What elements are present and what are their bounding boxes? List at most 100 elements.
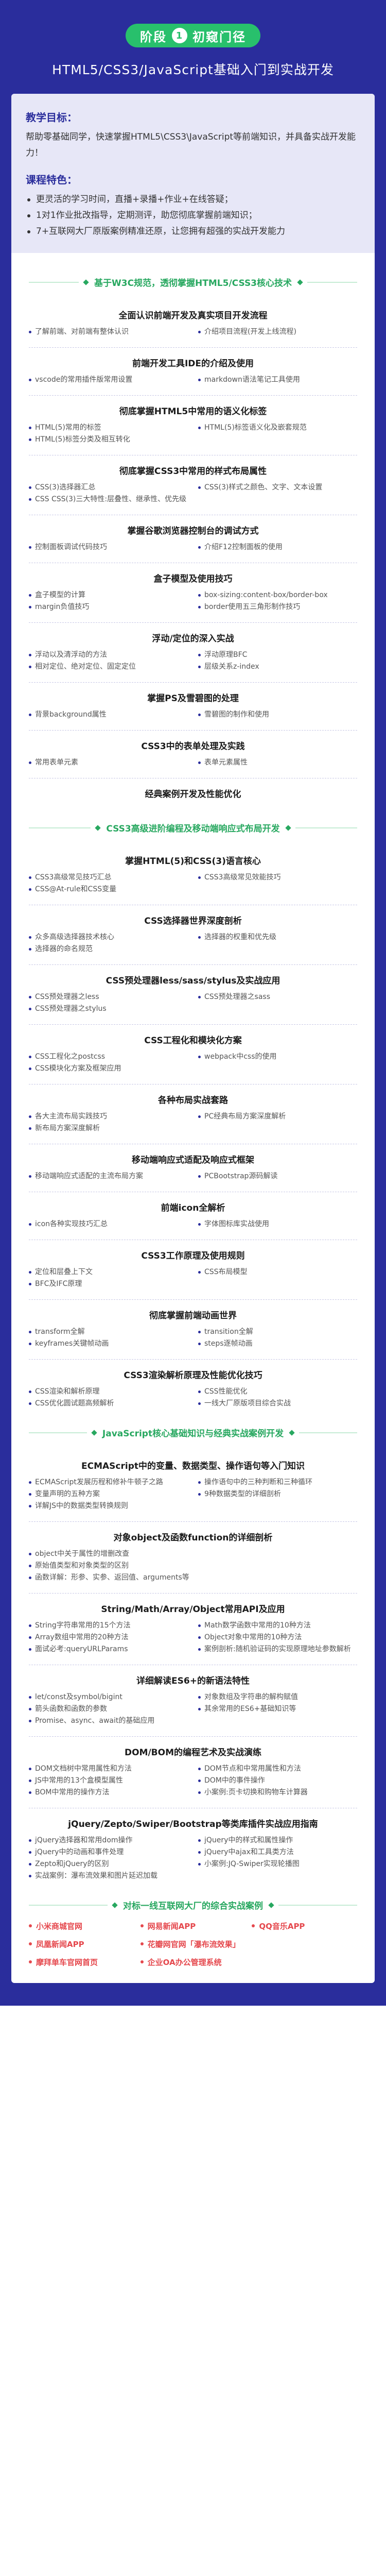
case-item: 凤凰新闻APP xyxy=(29,1939,134,1950)
section-item: 层级关系z-index xyxy=(198,661,357,673)
section-items: CSS渲染和解析原理 CSS性能优化 CSS优化圆试题高频解析 一线大厂原版项目综合实… xyxy=(29,1386,357,1410)
course-section: ECMAScript中的变量、数据类型、操作语句等入门知识 ECMAScript发… xyxy=(29,1450,357,1522)
section-item: 介绍项目流程(开发上线流程) xyxy=(198,326,357,338)
curriculum-body: 基于W3C规范，透彻掌握HTML5/CSS3核心技术 全面认识前端开发及真实项目… xyxy=(11,253,375,1983)
section-item: ECMAScript发展历程和修补牛顿子之路 xyxy=(29,1477,188,1488)
section-items: CSS工程化之postcss webpack中css的使用 CSS模块化方案及框架应… xyxy=(29,1051,357,1075)
page-frame: 阶段 1 初窥门径 HTML5/CSS3/JavaScript基础入门到实战开发… xyxy=(0,0,386,2006)
section-items: 常用表单元素 表单元素属性 xyxy=(29,757,357,769)
section-items: 众多高级选择器技术核心 选择器的权重和优先级 选择器的命名规范 xyxy=(29,931,357,955)
section-items: 了解前端、对前端有整体认识 介绍项目流程(开发上线流程) xyxy=(29,326,357,338)
section-item: object中关于属性的增删改查 xyxy=(29,1548,357,1560)
section-item: jQuery中ajax和工具类方法 xyxy=(198,1846,357,1858)
section-item: CSS CSS(3)三大特性:层叠性、继承性、优先级 xyxy=(29,494,188,505)
section-item: HTML(5)标签语义化及嵌套规范 xyxy=(198,422,357,434)
section-item: CSS性能优化 xyxy=(198,1386,357,1398)
intro-section: 教学目标： 帮助零基础同学，快速掌握HTML5\CSS3\JavaScript等… xyxy=(11,94,375,253)
diamond-icon xyxy=(112,1902,118,1908)
section-item: 原始值类型和对象类型的区别 xyxy=(29,1560,357,1572)
section-items: DOM文档树中常用属性和方法 DOM节点和中常用属性和方法 JS中常用的13个盒模型… xyxy=(29,1763,357,1799)
section-items: jQuery选择器和常用dom操作 jQuery中的样式和属性操作 jQuery中的… xyxy=(29,1835,357,1882)
section-title: 盒子模型及使用技巧 xyxy=(153,574,233,584)
section-item: 箭头函数和函数的参数 xyxy=(29,1703,188,1715)
section-items: 各大主流布局实践技巧 PC经典布局方案深度解析 新布局方案深度解析 xyxy=(29,1111,357,1134)
course-section: CSS3中的表单处理及实践常用表单元素 表单元素属性 xyxy=(29,731,357,778)
section-items: 背景background属性 雪碧图的制作和使用 xyxy=(29,709,357,721)
case-item: 花瓣网官网「瀑布流效果」 xyxy=(140,1939,246,1950)
diamond-icon xyxy=(297,279,303,285)
section-title: CSS3工作原理及使用规则 xyxy=(141,1251,245,1261)
section-title: CSS3中的表单处理及实践 xyxy=(141,741,245,752)
section-items: transform全解 transition全解 keyframes关键帧动画 ste… xyxy=(29,1326,357,1350)
section-item: CSS预处理器之stylus xyxy=(29,1003,188,1015)
course-section: 前端开发工具IDE的介绍及使用 vscode的常用插件版常用设置 markdown语… xyxy=(29,348,357,396)
section-item: 表单元素属性 xyxy=(198,757,357,769)
section-item: 常用表单元素 xyxy=(29,757,188,769)
section-item: JS中常用的13个盒模型属性 xyxy=(29,1775,188,1787)
section-item: Array数组中常用的20种方法 xyxy=(29,1632,188,1643)
course-section: 各种布局实战套路各大主流布局实践技巧 PC经典布局方案深度解析 新布局方案深度解析 xyxy=(29,1084,357,1144)
section-title: 全面认识前端开发及真实项目开发流程 xyxy=(118,311,268,321)
section-items: CSS3高级常见技巧汇总 CSS3高级常见效能技巧 CSS@At-rule和CSS变… xyxy=(29,872,357,895)
course-section: 移动端响应式适配及响应式框架 移动端响应式适配的主流布局方案 PCBootstrap… xyxy=(29,1144,357,1192)
section-title: 掌握谷歌浏览器控制台的调试方式 xyxy=(127,526,259,536)
course-card: 教学目标： 帮助零基础同学，快速掌握HTML5\CSS3\JavaScript等… xyxy=(11,94,375,1983)
course-subtitle: HTML5/CSS3/JavaScript基础入门到实战开发 xyxy=(52,62,334,77)
section-items: 定位和层叠上下文 CSS布局模型 BFC及IFC原理 xyxy=(29,1266,357,1290)
case-item xyxy=(252,1957,357,1968)
course-section: String/Math/Array/Object常用API及应用 String字符… xyxy=(29,1594,357,1665)
case-item: 小米商城官网 xyxy=(29,1921,134,1931)
module-banner: CSS3高级进阶编程及移动端响应式布局开发 xyxy=(29,821,357,834)
section-item: CSS3高级常见技巧汇总 xyxy=(29,872,188,884)
course-section: 盒子模型及使用技巧 盒子模型的计算 box-sizing:content-box/b… xyxy=(29,563,357,623)
section-item: CSS布局模型 xyxy=(198,1266,357,1278)
section-title: 掌握HTML(5)和CSS(3)语言核心 xyxy=(125,856,261,867)
section-item: jQuery中的动画和事件处理 xyxy=(29,1846,188,1858)
course-section: CSS预处理器less/sass/stylus及实战应用 CSS预处理器之less… xyxy=(29,965,357,1025)
section-item: 详解JS中的数据类型转换规则 xyxy=(29,1500,188,1512)
section-item: 背景background属性 xyxy=(29,709,188,721)
course-section: 详细解读ES6+的新语法特性 let/const及symbol/bigint 对象数… xyxy=(29,1665,357,1737)
section-item: 其余常用的ES6+基础知识等 xyxy=(198,1703,357,1715)
course-section: 浮动/定位的深入实战 浮动以及清浮动的方法 浮动原理BFC 相对定位、绝对定位、固定定… xyxy=(29,623,357,683)
course-section: 全面认识前端开发及真实项目开发流程了解前端、对前端有整体认识 介绍项目流程(开发上… xyxy=(29,300,357,348)
section-items: object中关于属性的增删改查 原始值类型和对象类型的区别 函数详解：形参、实参、… xyxy=(29,1548,357,1584)
section-item: 函数详解：形参、实参、返回值、arguments等 xyxy=(29,1572,357,1584)
case-item xyxy=(252,1939,357,1950)
section-title: 详细解读ES6+的新语法特性 xyxy=(136,1676,250,1686)
section-item: 选择器的命名规范 xyxy=(29,943,188,955)
section-title: 彻底掌握HTML5中常用的语义化标签 xyxy=(119,406,267,417)
diamond-icon xyxy=(285,824,291,831)
section-item: 实战案例：瀑布流效果和图片延迟加载 xyxy=(29,1870,188,1882)
section-item: 新布局方案深度解析 xyxy=(29,1123,188,1134)
section-title: 经典案例开发及性能优化 xyxy=(145,789,241,800)
section-title: 各种布局实战套路 xyxy=(158,1095,228,1106)
section-item: CSS工程化之postcss xyxy=(29,1051,188,1063)
section-items: let/const及symbol/bigint 对象数组及字符串的解构赋值 箭头函数… xyxy=(29,1691,357,1727)
course-section: CSS选择器世界深度剖析众多高级选择器技术核心 选择器的权重和优先级 选择器的命名规… xyxy=(29,905,357,965)
course-section: 经典案例开发及性能优化 xyxy=(29,778,357,814)
section-item: Zepto和jQuery的区别 xyxy=(29,1858,188,1870)
section-item: transition全解 xyxy=(198,1326,357,1338)
section-title: 移动端响应式适配及响应式框架 xyxy=(132,1155,254,1165)
phase-badge: 阶段 1 初窥门径 xyxy=(126,24,260,47)
goal-title: 教学目标： xyxy=(26,111,77,124)
section-items: vscode的常用插件版常用设置 markdown语法笔记工具使用 xyxy=(29,374,357,386)
feature-item: 7+互联网大厂原版案例精准还原，让您拥有超强的实战开发能力 xyxy=(26,224,360,240)
section-item: 操作语句中的三种判断和三种循环 xyxy=(198,1477,357,1488)
section-title: 前端icon全解析 xyxy=(161,1203,225,1213)
section-item: 面试必考:queryURLParams xyxy=(29,1643,188,1655)
case-item: QQ音乐APP xyxy=(252,1921,357,1931)
section-title: 掌握PS及雪碧图的处理 xyxy=(147,693,239,704)
section-items: icon各种实现技巧汇总 字体图标库实战使用 xyxy=(29,1218,357,1230)
section-item: margin负值技巧 xyxy=(29,601,188,613)
section-title: CSS选择器世界深度剖析 xyxy=(144,916,242,926)
section-item: 对象数组及字符串的解构赋值 xyxy=(198,1691,357,1703)
course-section: 掌握PS及雪碧图的处理背景background属性 雪碧图的制作和使用 xyxy=(29,683,357,731)
section-item: CSS@At-rule和CSS变量 xyxy=(29,884,188,895)
case-item: 企业OA办公管理系统 xyxy=(140,1957,246,1968)
section-item: 9种数据类型的详细剖析 xyxy=(198,1488,357,1500)
feature-title: 课程特色： xyxy=(26,174,77,186)
module-banner: 基于W3C规范，透彻掌握HTML5/CSS3核心技术 xyxy=(29,276,358,289)
diamond-icon xyxy=(91,1429,97,1436)
